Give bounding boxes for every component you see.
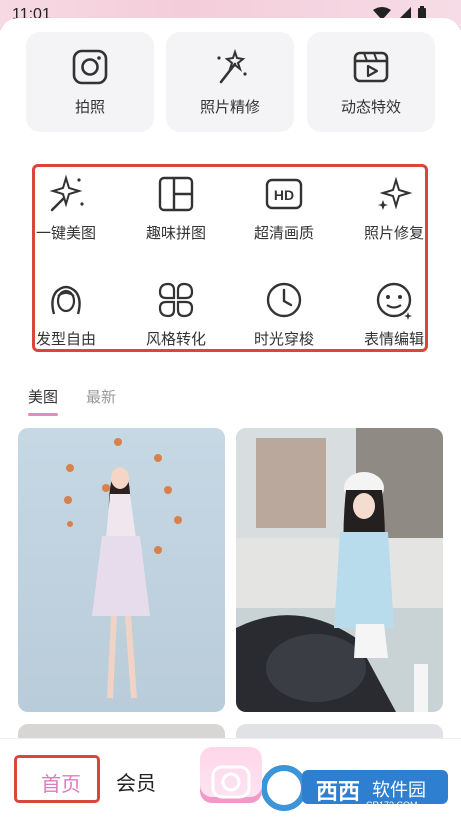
nav-camera-button[interactable] <box>200 747 262 803</box>
home-page: 拍照 照片精修 动态特效 一键美图 趣味拼图 HD 超清画质 照片修复 发型自由… <box>0 18 461 821</box>
feature-card-retouch[interactable]: 照片精修 <box>166 32 294 132</box>
tab-latest[interactable]: 最新 <box>86 386 116 407</box>
camera-icon <box>211 765 251 799</box>
tool-hd-quality[interactable]: HD 超清画质 <box>234 174 334 260</box>
tool-emoji-edit[interactable]: 表情编辑 <box>344 280 444 366</box>
tool-photo-repair[interactable]: 照片修复 <box>344 174 444 260</box>
feature-label-effects: 动态特效 <box>340 97 401 116</box>
watermark-url: CR173.COM <box>366 800 418 810</box>
nav-home[interactable]: 首页 <box>14 755 100 803</box>
tool-label: 表情编辑 <box>363 330 424 348</box>
style-petals-icon <box>158 282 194 318</box>
sparkles-icon <box>378 176 413 210</box>
tool-label: 发型自由 <box>35 330 96 348</box>
watermark-brand: 西西 <box>316 780 361 805</box>
camera-icon <box>72 49 108 84</box>
video-icon <box>353 51 389 82</box>
hd-icon: HD <box>265 178 303 210</box>
watermark: 西西 软件园 CR173.COM <box>261 762 452 814</box>
collage-icon <box>158 176 194 212</box>
sparkle-wand-icon <box>49 174 84 212</box>
tool-label: 风格转化 <box>145 330 206 348</box>
magic-wand-icon <box>217 48 247 83</box>
tool-collage[interactable]: 趣味拼图 <box>126 174 226 260</box>
feature-label-retouch: 照片精修 <box>199 97 260 116</box>
tool-label: 照片修复 <box>363 224 424 242</box>
svg-text:HD: HD <box>274 187 294 203</box>
feature-card-camera[interactable]: 拍照 <box>26 32 154 132</box>
feature-label-camera: 拍照 <box>74 97 105 116</box>
tool-hairstyle[interactable]: 发型自由 <box>16 280 116 366</box>
photo-card[interactable] <box>18 428 225 712</box>
clock-icon <box>266 282 302 318</box>
tool-style-transfer[interactable]: 风格转化 <box>126 280 226 366</box>
feature-card-effects[interactable]: 动态特效 <box>307 32 435 132</box>
tool-label: 超清画质 <box>253 224 314 242</box>
hairstyle-icon <box>51 285 81 315</box>
gallery-tabs: 美图 最新 <box>28 386 116 416</box>
watermark-sub: 软件园 <box>372 780 426 801</box>
tool-time-travel[interactable]: 时光穿梭 <box>234 280 334 366</box>
tab-beauty[interactable]: 美图 <box>28 386 59 416</box>
emoji-icon <box>376 282 412 320</box>
photo-card[interactable] <box>236 428 443 712</box>
nav-member[interactable]: 会员 <box>116 767 156 796</box>
tool-label: 时光穿梭 <box>253 330 314 348</box>
tool-one-click-beauty[interactable]: 一键美图 <box>16 174 116 260</box>
tool-label: 趣味拼图 <box>145 224 206 242</box>
nav-home-label: 首页 <box>41 772 81 796</box>
tool-label: 一键美图 <box>35 224 96 242</box>
girl-dress-photo <box>18 428 225 712</box>
girl-motorbike-photo <box>236 428 443 712</box>
